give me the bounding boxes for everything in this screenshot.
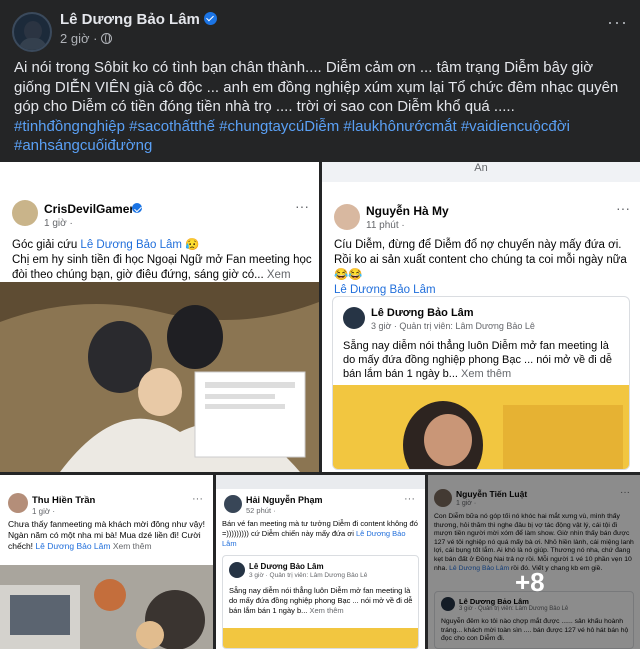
author-name-row: Lê Dương Bảo Lâm <box>60 11 217 28</box>
post-hashtags[interactable]: #tinhđồngnghiệp #sacothấtthế #chungtaycú… <box>14 118 570 155</box>
photo-2-shared-avatar <box>343 307 365 329</box>
photo-1-more-icon: ··· <box>295 198 309 214</box>
post-meta: 2 giờ · <box>60 31 113 46</box>
photo-4-shared-meta: 3 giờ · Quản trị viên: Lâm Dương Bảo Lê <box>249 572 368 579</box>
photo-1-scene <box>0 282 319 472</box>
photo-3-see-more: Xem thêm <box>112 541 152 551</box>
photo-1-image <box>0 282 319 472</box>
photo-2-shared: Lê Dương Bảo Lâm 3 giờ · Quản trị viên: … <box>332 296 630 470</box>
photo-2-shared-text: Sẵng nay diễm nói thẳng luôn Diễm mở fan… <box>343 339 623 381</box>
photo-3-text: Chưa thấy fanmeeting mà khách mời đông n… <box>8 519 208 552</box>
photo-2-more-icon: ··· <box>616 200 630 216</box>
avatar-body <box>19 38 47 50</box>
photo-1-name: CrisDevilGamer <box>44 202 135 216</box>
photo-3-image <box>0 565 213 649</box>
photo-2-time: 11 phút · <box>366 220 405 231</box>
photo-4-top-bar <box>216 475 425 489</box>
photo-4-see-more: Xem thêm <box>309 606 344 615</box>
photo-4-shared-name: Lê Dương Bảo Lâm <box>249 562 324 571</box>
photo-2-top-label: An <box>474 162 488 174</box>
verified-badge-icon <box>203 12 217 25</box>
photo-3-more-icon: ··· <box>192 493 203 505</box>
photo-1-card: CrisDevilGamer 1 giờ · ··· Góc giải cứu … <box>0 162 319 296</box>
globe-icon <box>101 33 113 44</box>
author-name[interactable]: Lê Dương Bảo Lâm <box>60 11 200 28</box>
photo-2-card: Nguyễn Hà My 11 phút · ··· Cíu Diễm, đừn… <box>322 192 640 472</box>
photo-2-see-more: Xem thêm <box>461 368 512 380</box>
photo-2-shared-image <box>333 385 629 469</box>
photo-1-time: 1 giờ · <box>44 218 73 229</box>
photo-4-shared-image <box>223 628 418 648</box>
photo-3-name: Thu Hiền Trần <box>32 495 96 506</box>
post-text: Ai nói trong Sôbit ko có tình bạn chân t… <box>14 58 626 156</box>
photo-2-scene <box>333 385 629 469</box>
photo-2-top-bar: An <box>322 162 640 182</box>
photo-4-text: Bán vé fan meeting mà tư tưởng Diễm đi c… <box>222 519 420 549</box>
photo-3-mention: Lê Dương Bảo Lâm <box>35 541 111 551</box>
photo-2-shared-name: Lê Dương Bảo Lâm <box>371 307 474 319</box>
post-body: Ai nói trong Sôbit ko có tình bạn chân t… <box>14 59 619 115</box>
photo-4-name: Hải Nguyễn Phạm <box>246 495 323 505</box>
photo-4-shared-avatar <box>229 562 245 578</box>
photo-2-mention: Lê Dương Bảo Lâm <box>334 284 436 296</box>
post-header: Lê Dương Bảo Lâm 2 giờ · ··· <box>0 0 640 52</box>
photo-4-time: 52 phút · <box>246 506 276 515</box>
photo-1[interactable]: CrisDevilGamer 1 giờ · ··· Góc giải cứu … <box>0 162 319 472</box>
photo-3-avatar <box>8 493 28 513</box>
photo-4-shared-text: Sẵng nay diễm nói thẳng luôn Diễm mở fan… <box>229 586 414 616</box>
more-options-icon[interactable]: ··· <box>607 12 628 33</box>
photo-1-avatar <box>12 200 38 226</box>
photo-4-card: Hải Nguyễn Phạm 52 phút · ··· Bán vé fan… <box>216 489 425 649</box>
photo-2-name: Nguyễn Hà My <box>366 204 449 218</box>
photo-4-more-icon: ··· <box>404 493 415 505</box>
photo-1-text-b: 😥 <box>181 239 200 251</box>
photo-1-text-a: Góc giải cứu <box>12 239 81 251</box>
photo-3[interactable]: Thu Hiền Trần 1 giờ · ··· Chưa thấy fanm… <box>0 475 213 649</box>
photo-3-scene <box>0 565 213 649</box>
photo-4[interactable]: Hải Nguyễn Phạm 52 phút · ··· Bán vé fan… <box>216 475 425 649</box>
photo-2-text: Cíu Diễm, đừng để Diễm đổ nợ chuyến này … <box>334 238 634 298</box>
photo-2[interactable]: An Nguyễn Hà My 11 phút · ··· Cíu Diễm, … <box>322 162 640 472</box>
post-time[interactable]: 2 giờ · <box>60 31 97 46</box>
photo-3-card: Thu Hiền Trần 1 giờ · ··· Chưa thấy fanm… <box>0 485 213 565</box>
photo-2-avatar <box>334 204 360 230</box>
more-photos-count[interactable]: +8 <box>515 567 545 598</box>
photo-2-body: Cíu Diễm, đừng để Diễm đổ nợ chuyến này … <box>334 239 627 281</box>
photo-1-mention: Lê Dương Bảo Lâm <box>80 239 182 251</box>
photo-3-time: 1 giờ · <box>32 507 56 516</box>
photo-1-verified-icon <box>132 203 142 213</box>
photo-5-overlay <box>428 475 640 649</box>
photo-4-shared: Lê Dương Bảo Lâm 3 giờ · Quản trị viên: … <box>222 555 419 649</box>
author-avatar[interactable] <box>12 12 52 52</box>
photo-5[interactable]: Nguyễn Tiến Luật 1 giờ · ··· Con Diễm bữ… <box>428 475 640 649</box>
photo-4-avatar <box>224 495 242 513</box>
photo-2-shared-meta: 3 giờ · Quản trị viên: Lâm Dương Bảo Lê <box>371 321 535 331</box>
